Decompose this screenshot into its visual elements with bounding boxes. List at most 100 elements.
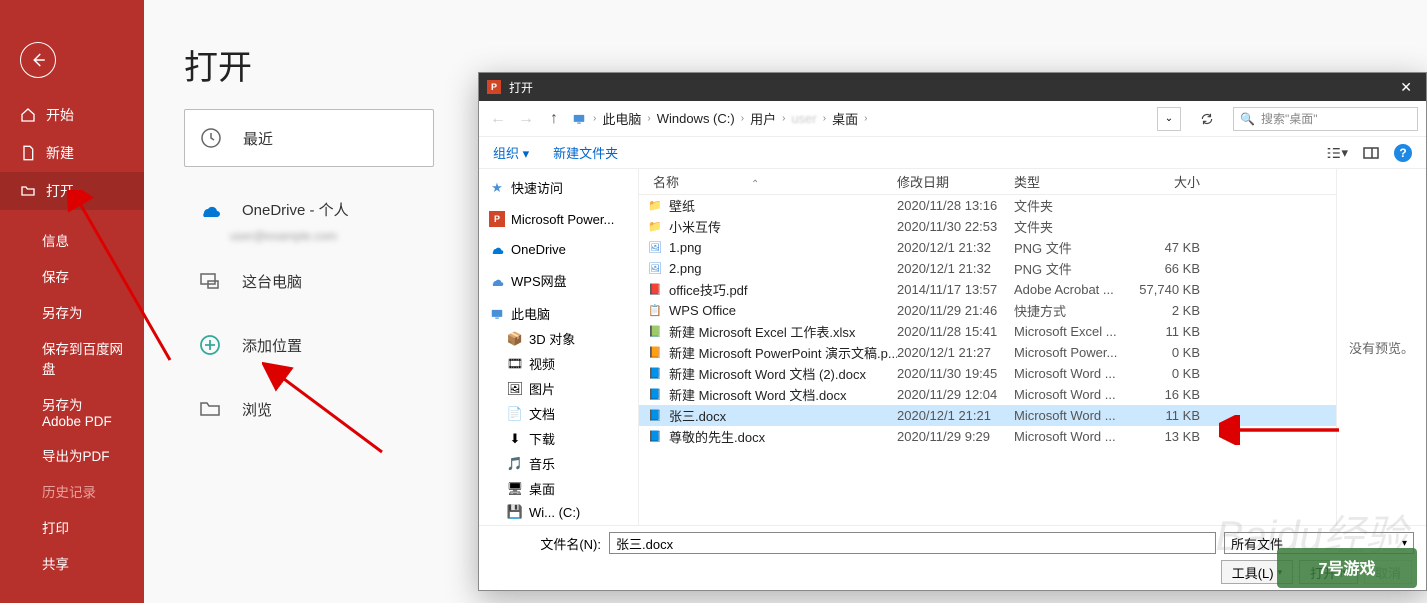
file-row[interactable]: 📘新建 Microsoft Word 文档.docx2020/11/29 12:…: [639, 384, 1336, 405]
add-place-icon: [196, 331, 224, 359]
file-date: 2020/12/1 21:32: [897, 240, 1014, 255]
tree-pictures[interactable]: 🖼图片: [479, 376, 638, 401]
tree-videos[interactable]: 🎞视频: [479, 351, 638, 376]
file-name: 壁纸: [669, 196, 695, 215]
back-button[interactable]: [20, 42, 56, 78]
tree-wps[interactable]: WPS网盘: [479, 268, 638, 293]
tree-onedrive[interactable]: OneDrive: [479, 238, 638, 260]
nav-history[interactable]: 历史记录: [0, 473, 144, 509]
file-name: 张三.docx: [669, 406, 726, 425]
breadcrumb-seg-2[interactable]: 用户: [750, 109, 776, 128]
breadcrumb[interactable]: ›此电脑 ›Windows (C:) ›用户 ›user ›桌面 ›: [593, 109, 867, 128]
nav-back-button[interactable]: ←: [487, 108, 509, 130]
breadcrumb-dropdown-button[interactable]: ⌄: [1157, 107, 1181, 131]
file-row[interactable]: 📘新建 Microsoft Word 文档 (2).docx2020/11/30…: [639, 363, 1336, 384]
file-row[interactable]: 📁小米互传2020/11/30 22:53文件夹: [639, 216, 1336, 237]
search-placeholder: 搜索"桌面": [1261, 110, 1318, 127]
nav-share[interactable]: 共享: [0, 545, 144, 581]
file-date: 2020/12/1 21:32: [897, 261, 1014, 276]
preview-pane-button[interactable]: [1360, 144, 1382, 162]
nav-up-button[interactable]: ↑: [543, 108, 565, 130]
pc-icon: [196, 267, 224, 295]
file-type-combo[interactable]: 所有文件▾: [1224, 532, 1414, 554]
file-row[interactable]: 📋WPS Office2020/11/29 21:46快捷方式2 KB: [639, 300, 1336, 321]
cancel-button[interactable]: 取消: [1364, 560, 1412, 584]
file-type: 文件夹: [1014, 217, 1138, 236]
tree-downloads[interactable]: ⬇下载: [479, 426, 638, 451]
file-date: 2020/11/30 19:45: [897, 366, 1014, 381]
nav-info[interactable]: 信息: [0, 222, 144, 258]
search-input[interactable]: 🔍 搜索"桌面": [1233, 107, 1418, 131]
sort-arrow-icon: ⌃: [751, 179, 759, 190]
nav-open[interactable]: 打开: [0, 172, 144, 210]
file-size: 2 KB: [1138, 303, 1208, 318]
tree-desktop[interactable]: 🖥桌面: [479, 476, 638, 501]
file-date: 2020/12/1 21:27: [897, 345, 1014, 360]
docx-icon: 📘: [647, 429, 663, 445]
tree-powerpoint[interactable]: PMicrosoft Power...: [479, 208, 638, 230]
onedrive-icon: [196, 195, 224, 223]
pc-small-icon: [571, 111, 587, 127]
wps-icon: 📋: [647, 303, 663, 319]
pdf-icon: 📕: [647, 282, 663, 298]
file-date: 2020/11/29 21:46: [897, 303, 1014, 318]
folder-open-icon: [20, 183, 36, 199]
folder-icon: [196, 395, 224, 423]
nav-new[interactable]: 新建: [0, 134, 144, 172]
video-icon: 🎞: [507, 356, 523, 372]
breadcrumb-seg-1[interactable]: Windows (C:): [657, 111, 735, 126]
file-type: PNG 文件: [1014, 238, 1138, 257]
file-date: 2020/11/29 9:29: [897, 429, 1014, 444]
file-row[interactable]: 📗新建 Microsoft Excel 工作表.xlsx2020/11/28 1…: [639, 321, 1336, 342]
file-size: 0 KB: [1138, 366, 1208, 381]
file-type: Microsoft Excel ...: [1014, 324, 1138, 339]
file-size: 11 KB: [1138, 408, 1208, 423]
file-row[interactable]: 🖼1.png2020/12/1 21:32PNG 文件47 KB: [639, 237, 1336, 258]
file-name: WPS Office: [669, 303, 736, 318]
nav-saveas[interactable]: 另存为: [0, 294, 144, 330]
desktop-icon: 🖥: [507, 481, 523, 497]
nav-save-adobe[interactable]: 另存为 Adobe PDF: [0, 386, 144, 437]
png-icon: 🖼: [647, 240, 663, 256]
file-row[interactable]: 📕office技巧.pdf2014/11/17 13:57Adobe Acrob…: [639, 279, 1336, 300]
tree-music[interactable]: 🎵音乐: [479, 451, 638, 476]
dialog-close-button[interactable]: ✕: [1394, 79, 1418, 96]
tree-windows-c[interactable]: 💾Wi... (C:): [479, 501, 638, 523]
column-headers[interactable]: 名称⌃ 修改日期 类型 大小: [639, 169, 1336, 195]
file-size: 66 KB: [1138, 261, 1208, 276]
nav-home[interactable]: 开始: [0, 96, 144, 134]
breadcrumb-seg-4[interactable]: 桌面: [832, 109, 858, 128]
location-recent[interactable]: 最近: [184, 109, 434, 167]
tree-this-pc[interactable]: 此电脑: [479, 301, 638, 326]
tools-button[interactable]: 工具(L) ▾: [1221, 560, 1293, 584]
location-onedrive-label: OneDrive - 个人: [242, 199, 349, 220]
filename-input[interactable]: [609, 532, 1216, 554]
open-button[interactable]: 打开 |▾: [1299, 560, 1358, 584]
file-date: 2020/12/1 21:21: [897, 408, 1014, 423]
tree-documents[interactable]: 📄文档: [479, 401, 638, 426]
tree-3d-objects[interactable]: 📦3D 对象: [479, 326, 638, 351]
powerpoint-icon: P: [487, 80, 501, 94]
cube-icon: 📦: [507, 331, 523, 347]
nav-save-baidu[interactable]: 保存到百度网盘: [0, 330, 144, 386]
file-row[interactable]: 📘尊敬的先生.docx2020/11/29 9:29Microsoft Word…: [639, 426, 1336, 447]
nav-print[interactable]: 打印: [0, 509, 144, 545]
refresh-button[interactable]: [1195, 107, 1219, 131]
breadcrumb-seg-3[interactable]: user: [791, 111, 816, 126]
open-dialog: P 打开 ✕ ← → ↑ ›此电脑 ›Windows (C:) ›用户 ›use…: [478, 72, 1427, 591]
view-options-button[interactable]: ▾: [1326, 144, 1348, 162]
help-button[interactable]: ?: [1394, 144, 1412, 162]
breadcrumb-seg-0[interactable]: 此电脑: [602, 109, 641, 128]
nav-save[interactable]: 保存: [0, 258, 144, 294]
organize-button[interactable]: 组织 ▾: [493, 143, 529, 162]
search-icon: 🔍: [1240, 112, 1255, 126]
file-date: 2020/11/30 22:53: [897, 219, 1014, 234]
new-folder-button[interactable]: 新建文件夹: [553, 143, 618, 162]
tree-quick-access[interactable]: ★快速访问: [479, 175, 638, 200]
file-row[interactable]: 📁壁纸2020/11/28 13:16文件夹: [639, 195, 1336, 216]
file-row[interactable]: 📘张三.docx2020/12/1 21:21Microsoft Word ..…: [639, 405, 1336, 426]
file-row[interactable]: 📙新建 Microsoft PowerPoint 演示文稿.p...2020/1…: [639, 342, 1336, 363]
nav-export-pdf[interactable]: 导出为PDF: [0, 437, 144, 473]
file-row[interactable]: 🖼2.png2020/12/1 21:32PNG 文件66 KB: [639, 258, 1336, 279]
nav-forward-button[interactable]: →: [515, 108, 537, 130]
